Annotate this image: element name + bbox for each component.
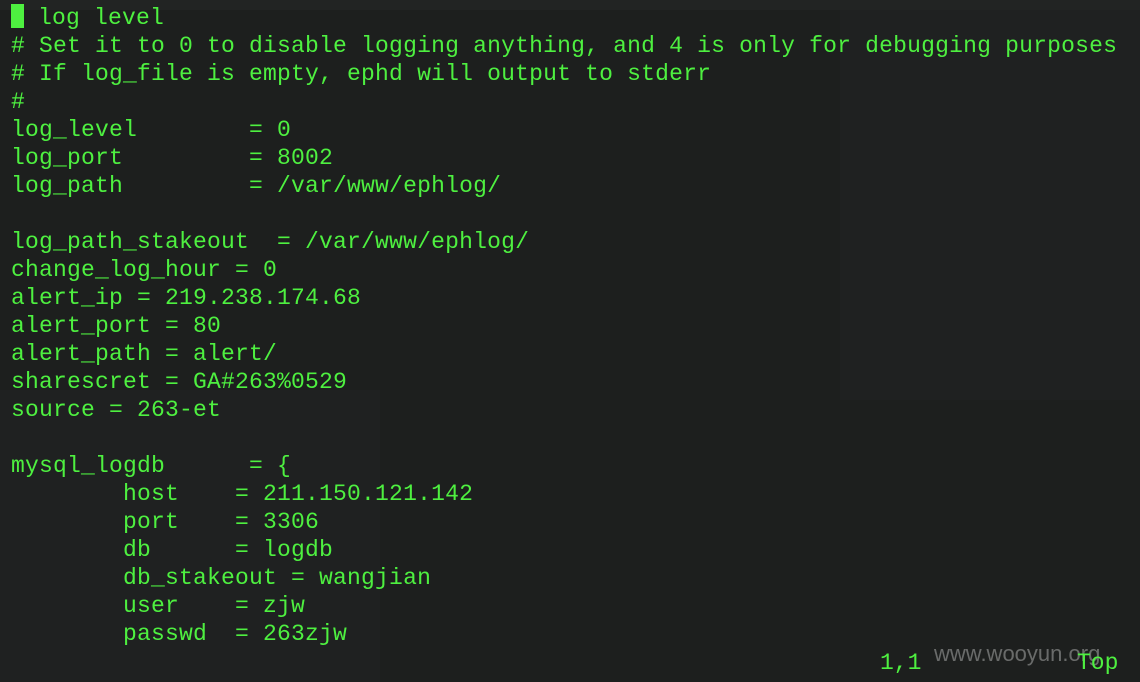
editor-line-9: log_path_stakeout = /var/www/ephlog/ bbox=[11, 229, 530, 255]
editor-line-7: log_path = /var/www/ephlog/ bbox=[11, 173, 502, 199]
editor-line-10: change_log_hour = 0 bbox=[11, 257, 278, 283]
editor-line-19: port = 3306 bbox=[11, 509, 320, 535]
editor-line-15: source = 263-et bbox=[11, 397, 222, 423]
editor-line-2: # Set it to 0 to disable logging anythin… bbox=[11, 33, 1118, 59]
editor-line-5: log_level = 0 bbox=[11, 117, 292, 143]
status-scroll-position: Top bbox=[1077, 650, 1119, 676]
editor-line-6: log_port = 8002 bbox=[11, 145, 334, 171]
editor-line-1: log level bbox=[11, 4, 1117, 32]
editor-line-12: alert_port = 80 bbox=[11, 313, 222, 339]
editor-line-17: mysql_logdb = { bbox=[11, 453, 292, 479]
editor-line-21: db_stakeout = wangjian bbox=[11, 565, 432, 591]
editor-line-14: sharescret = GA#263%0529 bbox=[11, 369, 348, 395]
editor-line-3: # If log_file is empty, ephd will output… bbox=[11, 61, 712, 87]
editor-line-13: alert_path = alert/ bbox=[11, 341, 278, 367]
watermark: www.wooyun.org bbox=[934, 641, 1101, 666]
editor-text-area[interactable]: log level # Set it to 0 to disable loggi… bbox=[11, 4, 1117, 648]
editor-line-18: host = 211.150.121.142 bbox=[11, 481, 474, 507]
text-cursor bbox=[11, 4, 24, 28]
editor-line-20: db = logdb bbox=[11, 537, 334, 563]
status-cursor-position: 1,1 bbox=[880, 650, 922, 676]
editor-line-8 bbox=[11, 200, 1117, 228]
editor-line-4: # bbox=[11, 89, 26, 115]
editor-line-22: user = zjw bbox=[11, 593, 306, 619]
editor-line-16 bbox=[11, 424, 1117, 452]
terminal-window[interactable]: log level # Set it to 0 to disable loggi… bbox=[0, 0, 1140, 682]
editor-line-11: alert_ip = 219.238.174.68 bbox=[11, 285, 362, 311]
